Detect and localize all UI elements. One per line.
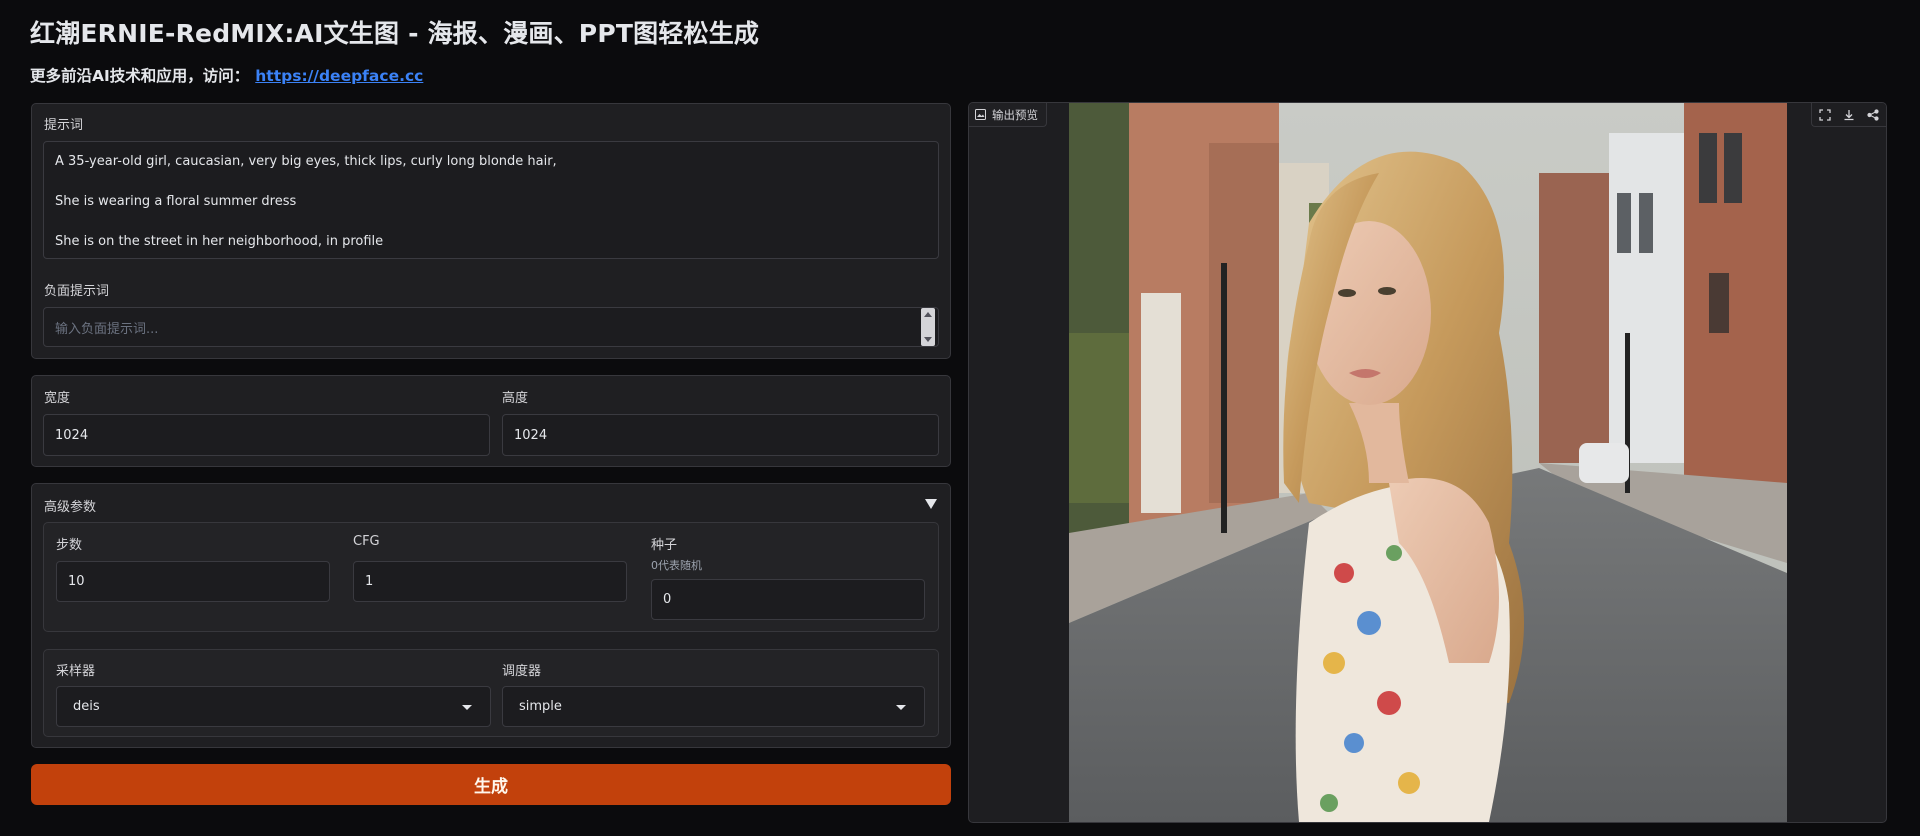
cfg-input[interactable]: 1 xyxy=(353,561,627,602)
negative-prompt-placeholder: 输入负面提示词... xyxy=(55,321,159,337)
height-label: 高度 xyxy=(502,391,529,406)
subtitle-text: 更多前沿AI技术和应用，访问： xyxy=(30,67,250,85)
steps-label: 步数 xyxy=(56,538,83,553)
seed-label: 种子 xyxy=(651,538,678,553)
cfg-value: 1 xyxy=(365,574,374,589)
share-button[interactable] xyxy=(1862,105,1884,125)
fullscreen-icon xyxy=(1819,109,1831,121)
scroll-up-icon[interactable] xyxy=(924,312,932,317)
sampler-group: 采样器 deis 调度器 simple xyxy=(43,649,939,737)
advanced-params-group: 步数 10 CFG 1 种子 0代表随机 0 xyxy=(43,522,939,632)
fullscreen-button[interactable] xyxy=(1814,105,1836,125)
subtitle: 更多前沿AI技术和应用，访问： https://deepface.cc xyxy=(30,64,423,86)
steps-value: 10 xyxy=(68,574,85,589)
prompt-label: 提示词 xyxy=(44,118,84,133)
output-tag-label: 输出预览 xyxy=(992,107,1038,122)
download-icon xyxy=(1844,110,1854,121)
sampler-select[interactable]: deis xyxy=(56,686,491,727)
chevron-down-icon xyxy=(462,704,472,710)
page-title: 红潮ERNIE-RedMIX:AI文生图 - 海报、漫画、PPT图轻松生成 xyxy=(30,19,760,48)
seed-input[interactable]: 0 xyxy=(651,579,925,620)
prompt-panel: 提示词 A 35-year-old girl, caucasian, very … xyxy=(31,103,951,359)
prompt-textarea[interactable]: A 35-year-old girl, caucasian, very big … xyxy=(43,141,939,259)
advanced-title[interactable]: 高级参数 xyxy=(44,496,96,515)
download-button[interactable] xyxy=(1838,105,1860,125)
seed-hint: 0代表随机 xyxy=(651,559,702,572)
deepface-link[interactable]: https://deepface.cc xyxy=(255,67,423,85)
generated-photo xyxy=(1069,103,1787,822)
width-value: 1024 xyxy=(55,427,89,443)
negative-prompt-input[interactable]: 输入负面提示词... xyxy=(43,307,939,347)
share-icon xyxy=(1867,109,1879,121)
collapse-triangle-icon[interactable] xyxy=(925,499,937,509)
scheduler-select[interactable]: simple xyxy=(502,686,925,727)
prompt-line: A 35-year-old girl, caucasian, very big … xyxy=(55,154,557,169)
advanced-panel: 高级参数 步数 10 CFG 1 种子 0代表随机 0 采样器 deis 调度器… xyxy=(31,483,951,748)
generate-button[interactable]: 生成 xyxy=(31,764,951,805)
scheduler-label: 调度器 xyxy=(502,664,542,679)
negative-prompt-scrollbar[interactable] xyxy=(921,308,935,346)
prompt-line: She is on the street in her neighborhood… xyxy=(55,234,384,249)
cfg-label: CFG xyxy=(353,534,380,549)
height-value: 1024 xyxy=(514,427,548,443)
negative-prompt-label: 负面提示词 xyxy=(44,284,110,299)
output-tag: 输出预览 xyxy=(969,103,1047,127)
prompt-line: She is wearing a floral summer dress xyxy=(55,194,297,209)
sampler-value: deis xyxy=(73,699,100,714)
output-toolbar xyxy=(1811,103,1886,127)
seed-value: 0 xyxy=(663,592,672,607)
chevron-down-icon xyxy=(896,704,906,710)
image-icon xyxy=(975,109,986,120)
scroll-down-icon[interactable] xyxy=(924,337,932,342)
width-label: 宽度 xyxy=(44,391,71,406)
width-input[interactable]: 1024 xyxy=(43,414,490,456)
size-panel: 宽度 1024 高度 1024 xyxy=(31,375,951,467)
output-panel: 输出预览 xyxy=(968,102,1887,823)
generated-image xyxy=(1069,103,1787,822)
height-input[interactable]: 1024 xyxy=(502,414,939,456)
scheduler-value: simple xyxy=(519,699,562,714)
steps-input[interactable]: 10 xyxy=(56,561,330,602)
sampler-label: 采样器 xyxy=(56,664,96,679)
